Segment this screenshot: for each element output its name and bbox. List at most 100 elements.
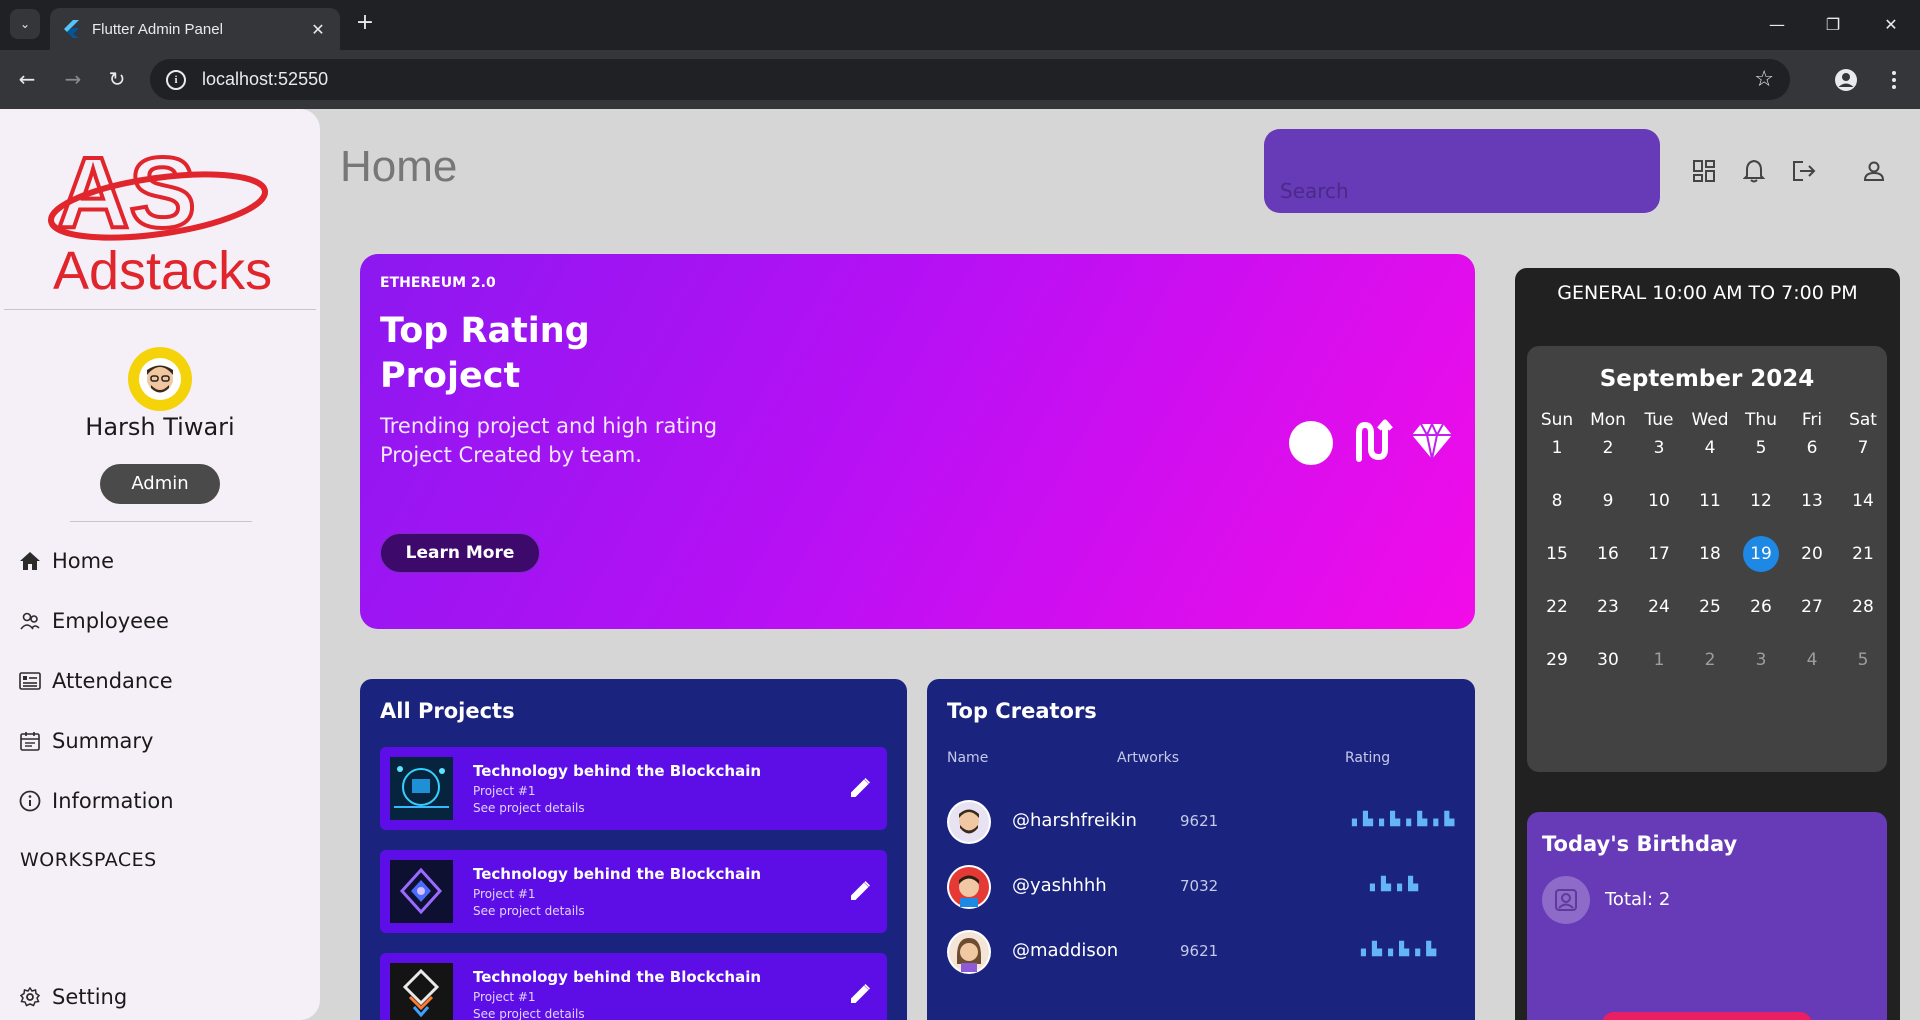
new-tab-icon[interactable]: + bbox=[352, 10, 378, 36]
top-creators-card: Top Creators Name Artworks Rating @harsh… bbox=[927, 679, 1475, 1020]
calendar-day[interactable]: 7 bbox=[1845, 430, 1881, 466]
sidebar: AS Adstacks Harsh Tiwari Admin Home Empl… bbox=[0, 109, 320, 1020]
calendar-day[interactable]: 5 bbox=[1845, 642, 1881, 678]
calendar-day[interactable]: 5 bbox=[1743, 430, 1779, 466]
learn-more-button[interactable]: Learn More bbox=[380, 533, 540, 573]
top-creators-title: Top Creators bbox=[947, 699, 1097, 723]
calendar-day[interactable]: 21 bbox=[1845, 536, 1881, 572]
project-row[interactable]: Technology behind the Blockchain Project… bbox=[380, 747, 887, 830]
reload-icon[interactable]: ↻ bbox=[102, 64, 132, 94]
calendar-day[interactable]: 29 bbox=[1539, 642, 1575, 678]
birthday-action-button[interactable] bbox=[1602, 1012, 1812, 1020]
forward-icon[interactable]: → bbox=[58, 64, 88, 94]
calendar-day[interactable]: 11 bbox=[1692, 483, 1728, 519]
tab-title: Flutter Admin Panel bbox=[92, 20, 223, 38]
calendar-day[interactable]: 8 bbox=[1539, 483, 1575, 519]
logo-mark-text: AS bbox=[57, 137, 196, 249]
address-bar[interactable]: i localhost:52550 ☆ bbox=[150, 59, 1790, 100]
address-url[interactable]: localhost:52550 bbox=[202, 69, 1754, 90]
bookmark-star-icon[interactable]: ☆ bbox=[1754, 67, 1774, 92]
calendar-day[interactable]: 27 bbox=[1794, 589, 1830, 625]
calendar-day[interactable]: 16 bbox=[1590, 536, 1626, 572]
column-header-artworks: Artworks bbox=[1117, 750, 1179, 766]
sidebar-item-home[interactable]: Home bbox=[18, 543, 298, 579]
calendar-day[interactable]: 13 bbox=[1794, 483, 1830, 519]
site-info-icon[interactable]: i bbox=[166, 69, 186, 90]
hero-title: Top Rating Project bbox=[380, 311, 590, 396]
calendar-day[interactable]: 20 bbox=[1794, 536, 1830, 572]
minimize-icon[interactable]: — bbox=[1762, 10, 1792, 40]
calendar-day[interactable]: 26 bbox=[1743, 589, 1779, 625]
calendar-day[interactable]: 2 bbox=[1692, 642, 1728, 678]
workspaces-heading: WORKSPACES bbox=[20, 849, 157, 871]
creator-avatar bbox=[947, 800, 991, 844]
sidebar-item-employee[interactable]: Employeee bbox=[18, 603, 298, 639]
calendar-day[interactable]: 28 bbox=[1845, 589, 1881, 625]
calendar-day[interactable]: 17 bbox=[1641, 536, 1677, 572]
calendar-day[interactable]: 9 bbox=[1590, 483, 1626, 519]
creator-handle: @harshfreikin bbox=[1012, 810, 1137, 831]
sidebar-item-label: Employeee bbox=[52, 609, 169, 633]
calendar-icon bbox=[18, 729, 42, 753]
calendar-day[interactable]: 19 bbox=[1743, 536, 1779, 572]
calendar-day[interactable]: 1 bbox=[1539, 430, 1575, 466]
account-icon[interactable] bbox=[1858, 155, 1890, 187]
logout-icon[interactable] bbox=[1788, 155, 1820, 187]
project-title: Technology behind the Blockchain bbox=[473, 762, 762, 780]
project-row[interactable]: Technology behind the Blockchain Project… bbox=[380, 850, 887, 933]
role-divider bbox=[70, 521, 252, 522]
sidebar-item-summary[interactable]: Summary bbox=[18, 723, 298, 759]
sidebar-item-setting[interactable]: Setting bbox=[18, 979, 298, 1015]
calendar-day[interactable]: 4 bbox=[1692, 430, 1728, 466]
birthday-card: Today's Birthday Total: 2 bbox=[1527, 812, 1887, 1020]
calendar-day[interactable]: 3 bbox=[1743, 642, 1779, 678]
edit-pencil-icon[interactable] bbox=[845, 876, 875, 906]
sidebar-item-attendance[interactable]: Attendance bbox=[18, 663, 298, 699]
calendar-day[interactable]: 4 bbox=[1794, 642, 1830, 678]
user-avatar[interactable] bbox=[128, 347, 192, 411]
calendar-day[interactable]: 25 bbox=[1692, 589, 1728, 625]
browser-toolbar: ← → ↻ i localhost:52550 ☆ bbox=[0, 50, 1920, 109]
profile-icon[interactable] bbox=[1830, 64, 1862, 96]
project-details-link[interactable]: See project details bbox=[473, 1007, 585, 1020]
edit-pencil-icon[interactable] bbox=[845, 979, 875, 1009]
browser-tab[interactable]: Flutter Admin Panel ✕ bbox=[50, 8, 340, 50]
browser-menu-icon[interactable] bbox=[1878, 64, 1910, 96]
project-row[interactable]: Technology behind the Blockchain Project… bbox=[380, 953, 887, 1020]
project-thumbnail bbox=[390, 757, 453, 820]
info-icon bbox=[18, 789, 42, 813]
project-title: Technology behind the Blockchain bbox=[473, 865, 762, 883]
bell-icon[interactable] bbox=[1738, 155, 1770, 187]
role-badge[interactable]: Admin bbox=[100, 464, 220, 504]
back-icon[interactable]: ← bbox=[12, 64, 42, 94]
calendar-day[interactable]: 6 bbox=[1794, 430, 1830, 466]
calendar-day[interactable]: 10 bbox=[1641, 483, 1677, 519]
calendar-day[interactable]: 14 bbox=[1845, 483, 1881, 519]
calendar-day[interactable]: 23 bbox=[1590, 589, 1626, 625]
sidebar-item-information[interactable]: Information bbox=[18, 783, 298, 819]
calendar-day[interactable]: 1 bbox=[1641, 642, 1677, 678]
search-input[interactable] bbox=[1264, 129, 1660, 213]
calendar-day[interactable]: 18 bbox=[1692, 536, 1728, 572]
project-subtitle: Project #1 bbox=[473, 990, 536, 1004]
project-subtitle: Project #1 bbox=[473, 784, 536, 798]
calendar-day[interactable]: 3 bbox=[1641, 430, 1677, 466]
people-icon bbox=[18, 609, 42, 633]
tab-search-button[interactable]: ⌄ bbox=[10, 9, 40, 39]
calendar-day[interactable]: 12 bbox=[1743, 483, 1779, 519]
project-title: Technology behind the Blockchain bbox=[473, 968, 762, 986]
tab-close-icon[interactable]: ✕ bbox=[308, 20, 328, 39]
calendar-day[interactable]: 22 bbox=[1539, 589, 1575, 625]
edit-pencil-icon[interactable] bbox=[845, 773, 875, 803]
dashboard-grid-icon[interactable] bbox=[1688, 155, 1720, 187]
restore-icon[interactable]: ❐ bbox=[1818, 10, 1848, 40]
project-details-link[interactable]: See project details bbox=[473, 904, 585, 918]
logo-wordmark-text: Adstacks bbox=[53, 241, 272, 301]
calendar-day[interactable]: 24 bbox=[1641, 589, 1677, 625]
calendar-day[interactable]: 15 bbox=[1539, 536, 1575, 572]
project-details-link[interactable]: See project details bbox=[473, 801, 585, 815]
calendar-day[interactable]: 2 bbox=[1590, 430, 1626, 466]
calendar-day[interactable]: 30 bbox=[1590, 642, 1626, 678]
window-close-icon[interactable]: ✕ bbox=[1876, 10, 1906, 40]
project-subtitle: Project #1 bbox=[473, 887, 536, 901]
